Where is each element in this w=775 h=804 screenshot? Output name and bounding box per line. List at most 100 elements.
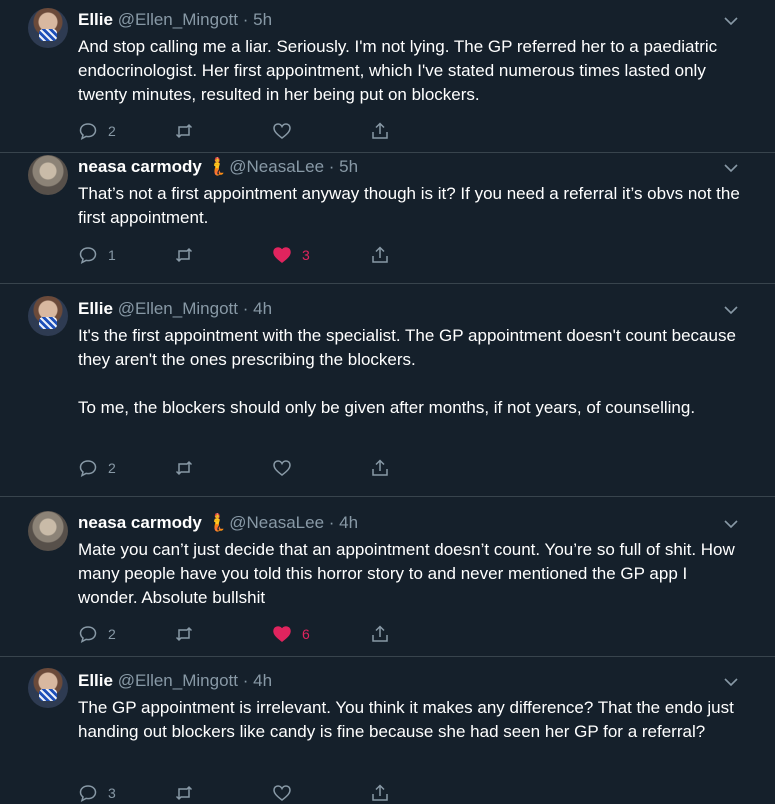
tweet[interactable]: Ellie @Ellen_Mingott · 4h The GP appoint… — [0, 657, 775, 804]
retweet-icon — [175, 123, 193, 139]
tweet-actions: 2 — [78, 457, 398, 479]
reply-button[interactable]: 2 — [78, 120, 116, 142]
tweet-paragraph: Mate you can’t just decide that an appoi… — [78, 540, 735, 607]
tweet-paragraph: And stop calling me a liar. Seriously. I… — [78, 37, 718, 104]
reply-count: 2 — [108, 626, 116, 642]
user-handle[interactable]: @Ellen_Mingott — [118, 671, 238, 690]
tweet-actions: 3 — [78, 782, 398, 804]
tweet-paragraph: It's the first appointment with the spec… — [78, 326, 736, 369]
reply-icon — [79, 785, 97, 802]
tweet-paragraph: That’s not a first appointment anyway th… — [78, 184, 740, 227]
like-count: 3 — [302, 247, 310, 263]
user-handle[interactable]: @NeasaLee — [229, 157, 324, 176]
reply-icon — [79, 247, 97, 264]
tweet-actions: 1 3 — [78, 244, 398, 266]
separator: · — [242, 299, 249, 318]
like-button[interactable]: 3 — [272, 244, 310, 266]
avatar[interactable] — [28, 296, 68, 336]
timestamp[interactable]: 4h — [253, 671, 272, 690]
chevron-down-icon[interactable] — [722, 515, 740, 533]
avatar[interactable] — [28, 8, 68, 48]
share-icon — [372, 459, 388, 476]
like-button[interactable]: 6 — [272, 623, 310, 645]
avatar[interactable] — [28, 668, 68, 708]
tweet[interactable]: neasa carmody 🧜 @NeasaLee · 5h That’s no… — [0, 153, 775, 283]
mermaid-emoji-icon: 🧜 — [206, 157, 228, 176]
retweet-icon — [175, 460, 193, 476]
share-button[interactable] — [370, 457, 390, 479]
separator: · — [242, 671, 249, 690]
reply-button[interactable]: 2 — [78, 457, 116, 479]
tweet-actions: 2 6 — [78, 623, 398, 645]
reply-icon — [79, 626, 97, 643]
share-icon — [372, 122, 388, 139]
tweet-header: neasa carmody 🧜 @NeasaLee · 4h — [78, 513, 358, 533]
retweet-button[interactable] — [174, 782, 204, 804]
share-button[interactable] — [370, 623, 390, 645]
display-name[interactable]: Ellie — [78, 299, 113, 318]
timestamp[interactable]: 5h — [253, 10, 272, 29]
retweet-button[interactable] — [174, 457, 204, 479]
tweet-text: Mate you can’t just decide that an appoi… — [78, 538, 748, 610]
tweet-paragraph: To me, the blockers should only be given… — [78, 398, 696, 417]
timestamp[interactable]: 4h — [339, 513, 358, 532]
display-name[interactable]: neasa carmody — [78, 157, 202, 176]
share-icon — [372, 784, 388, 801]
tweet[interactable]: Ellie @Ellen_Mingott · 4h It's the first… — [0, 284, 775, 496]
tweet-header: Ellie @Ellen_Mingott · 4h — [78, 671, 272, 691]
reply-button[interactable]: 2 — [78, 623, 116, 645]
retweet-icon — [175, 247, 193, 263]
tweet-text: It's the first appointment with the spec… — [78, 324, 748, 420]
retweet-icon — [175, 785, 193, 801]
heart-icon — [273, 460, 291, 476]
like-button[interactable] — [272, 120, 302, 142]
like-button[interactable] — [272, 457, 302, 479]
like-count: 6 — [302, 626, 310, 642]
reply-icon — [79, 123, 97, 140]
tweet-header: Ellie @Ellen_Mingott · 5h — [78, 10, 272, 30]
user-handle[interactable]: @Ellen_Mingott — [118, 299, 238, 318]
heart-icon — [273, 123, 291, 139]
timestamp[interactable]: 4h — [253, 299, 272, 318]
display-name[interactable]: Ellie — [78, 10, 113, 29]
heart-filled-icon — [273, 247, 291, 263]
reply-button[interactable]: 1 — [78, 244, 116, 266]
chevron-down-icon[interactable] — [722, 12, 740, 30]
retweet-button[interactable] — [174, 120, 204, 142]
user-handle[interactable]: @Ellen_Mingott — [118, 10, 238, 29]
tweet-paragraph: The GP appointment is irrelevant. You th… — [78, 698, 734, 741]
chevron-down-icon[interactable] — [722, 159, 740, 177]
tweet[interactable]: Ellie @Ellen_Mingott · 5h And stop calli… — [0, 0, 775, 150]
separator: · — [328, 513, 335, 532]
separator: · — [242, 10, 249, 29]
user-handle[interactable]: @NeasaLee — [229, 513, 324, 532]
chevron-down-icon[interactable] — [722, 301, 740, 319]
separator: · — [328, 157, 335, 176]
mermaid-emoji-icon: 🧜 — [206, 513, 228, 532]
share-button[interactable] — [370, 120, 390, 142]
share-button[interactable] — [370, 782, 390, 804]
share-button[interactable] — [370, 244, 390, 266]
reply-count: 1 — [108, 247, 116, 263]
share-icon — [372, 246, 388, 263]
reply-icon — [79, 460, 97, 477]
reply-button[interactable]: 3 — [78, 782, 116, 804]
chevron-down-icon[interactable] — [722, 673, 740, 691]
retweet-button[interactable] — [174, 244, 204, 266]
avatar[interactable] — [28, 511, 68, 551]
tweet-header: neasa carmody 🧜 @NeasaLee · 5h — [78, 157, 358, 177]
tweet-actions: 2 — [78, 120, 398, 142]
timestamp[interactable]: 5h — [339, 157, 358, 176]
reply-count: 3 — [108, 785, 116, 801]
heart-filled-icon — [273, 626, 291, 642]
tweet-text: That’s not a first appointment anyway th… — [78, 182, 748, 230]
display-name[interactable]: neasa carmody — [78, 513, 202, 532]
avatar[interactable] — [28, 155, 68, 195]
tweet-header: Ellie @Ellen_Mingott · 4h — [78, 299, 272, 319]
share-icon — [372, 625, 388, 642]
retweet-button[interactable] — [174, 623, 204, 645]
tweet-text: And stop calling me a liar. Seriously. I… — [78, 35, 748, 107]
tweet[interactable]: neasa carmody 🧜 @NeasaLee · 4h Mate you … — [0, 497, 775, 652]
display-name[interactable]: Ellie — [78, 671, 113, 690]
like-button[interactable] — [272, 782, 302, 804]
